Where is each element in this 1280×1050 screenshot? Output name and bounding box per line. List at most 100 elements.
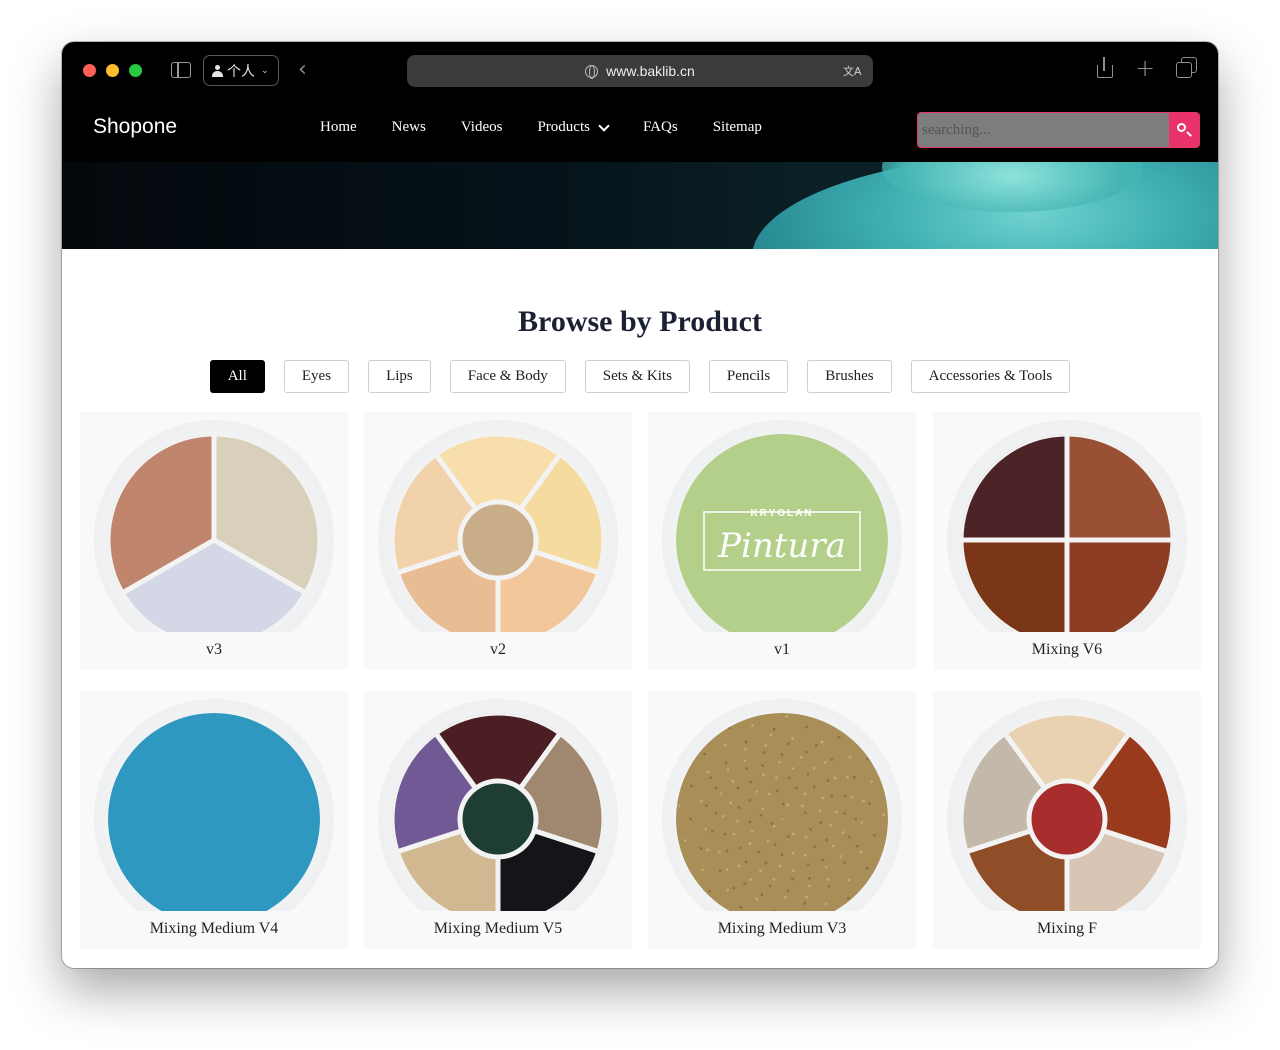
texture-speck: [757, 850, 761, 854]
filter-eyes[interactable]: Eyes: [283, 360, 350, 393]
product-card[interactable]: v2: [364, 412, 632, 670]
texture-speck: [814, 743, 818, 747]
texture-speck: [800, 756, 803, 759]
close-window-button[interactable]: [83, 64, 96, 77]
globe-icon: [585, 64, 599, 79]
filter-sets-kits[interactable]: Sets & Kits: [584, 360, 690, 393]
texture-speck: [794, 786, 798, 790]
site-logo[interactable]: Shopone: [93, 115, 177, 139]
texture-speck: [812, 785, 816, 789]
texture-speck: [743, 882, 747, 885]
nav-faqs[interactable]: FAQs: [643, 119, 678, 136]
minimize-window-button[interactable]: [106, 64, 119, 77]
texture-speck: [748, 842, 752, 845]
texture-speck: [824, 902, 828, 906]
texture-speck: [803, 792, 807, 796]
nav-news[interactable]: News: [392, 119, 426, 136]
browser-toolbar: 个人 ⌄ ‹ www.baklib.cn 文A +: [62, 42, 1218, 99]
texture-speck: [704, 804, 708, 808]
product-card[interactable]: v3: [80, 412, 348, 670]
product-card[interactable]: KRYOLAN Pintura v1: [648, 412, 916, 670]
back-button[interactable]: ‹: [298, 59, 307, 81]
texture-speck: [792, 869, 795, 872]
filter-face-body[interactable]: Face & Body: [449, 360, 566, 393]
texture-speck: [739, 846, 743, 850]
texture-speck: [732, 886, 736, 890]
palette-wheel: [108, 434, 320, 632]
texture-speck: [736, 819, 740, 823]
product-image: [378, 699, 618, 911]
texture-speck: [847, 878, 851, 882]
nav-sitemap[interactable]: Sitemap: [713, 119, 762, 136]
tab-overview-icon[interactable]: [1176, 57, 1197, 78]
product-palette: [108, 434, 320, 632]
filter-brushes[interactable]: Brushes: [807, 360, 892, 393]
filter-pencils[interactable]: Pencils: [708, 360, 789, 393]
product-name: Mixing V6: [1031, 641, 1103, 658]
product-card[interactable]: Mixing Medium V3: [648, 691, 916, 949]
person-icon: [212, 64, 223, 77]
translate-icon[interactable]: 文A: [843, 63, 863, 79]
texture-speck: [689, 817, 693, 821]
filter-all[interactable]: All: [209, 360, 265, 393]
nav-videos[interactable]: Videos: [461, 119, 503, 136]
texture-speck: [714, 786, 718, 790]
zoom-window-button[interactable]: [129, 64, 142, 77]
texture-speck: [699, 799, 703, 803]
texture-speck: [749, 877, 752, 881]
texture-speck: [737, 806, 741, 809]
main-nav: Home News Videos Products FAQs Sitemap: [320, 119, 797, 136]
texture-speck: [791, 851, 795, 855]
product-image: KRYOLAN Pintura: [662, 420, 902, 632]
nav-products[interactable]: Products: [537, 119, 610, 136]
product-palette: [961, 434, 1173, 632]
texture-speck: [759, 869, 762, 873]
brand-name: KRYOLAN: [750, 508, 813, 519]
texture-speck: [843, 812, 846, 815]
texture-speck: [805, 750, 808, 754]
palette-wheel: [961, 434, 1173, 632]
share-icon[interactable]: [1096, 57, 1113, 79]
product-card[interactable]: Mixing F: [933, 691, 1201, 949]
texture-speck: [725, 849, 729, 853]
texture-speck: [818, 809, 822, 813]
texture-speck: [826, 877, 830, 881]
search-button[interactable]: [1169, 113, 1199, 147]
nav-home[interactable]: Home: [320, 119, 357, 136]
texture-speck: [769, 733, 773, 737]
texture-speck: [805, 725, 809, 729]
texture-speck: [775, 776, 778, 780]
texture-speck: [778, 864, 782, 868]
product-name: Mixing Medium V3: [717, 920, 847, 937]
texture-speck: [808, 876, 812, 880]
filter-accessories-tools[interactable]: Accessories & Tools: [910, 360, 1071, 393]
search-box: [917, 112, 1200, 148]
texture-speck: [806, 863, 810, 867]
texture-speck: [699, 847, 703, 850]
filter-lips[interactable]: Lips: [368, 360, 431, 393]
address-bar[interactable]: www.baklib.cn 文A: [407, 55, 873, 87]
texture-speck: [827, 884, 831, 888]
product-card[interactable]: Mixing Medium V5: [364, 691, 632, 949]
texture-speck: [737, 864, 741, 868]
texture-speck: [744, 747, 747, 751]
profile-switcher[interactable]: 个人 ⌄: [203, 55, 279, 86]
texture-speck: [791, 767, 795, 771]
new-tab-icon[interactable]: +: [1135, 56, 1155, 80]
texture-speck: [766, 839, 770, 843]
texture-speck: [748, 820, 752, 824]
palette-center: [457, 499, 539, 581]
texture-speck: [721, 815, 725, 818]
texture-speck: [704, 827, 708, 831]
product-card[interactable]: Mixing Medium V4: [80, 691, 348, 949]
product-card[interactable]: Mixing V6: [933, 412, 1201, 670]
texture-speck: [820, 740, 824, 744]
texture-speck: [706, 848, 709, 852]
palette-segment: [1064, 537, 1173, 632]
texture-speck: [825, 838, 829, 842]
texture-speck: [854, 817, 858, 821]
search-input[interactable]: [918, 113, 1169, 147]
browser-window: 个人 ⌄ ‹ www.baklib.cn 文A + Shopone Home N…: [62, 42, 1218, 968]
product-palette: [676, 713, 888, 911]
sidebar-toggle-icon[interactable]: [171, 62, 191, 78]
